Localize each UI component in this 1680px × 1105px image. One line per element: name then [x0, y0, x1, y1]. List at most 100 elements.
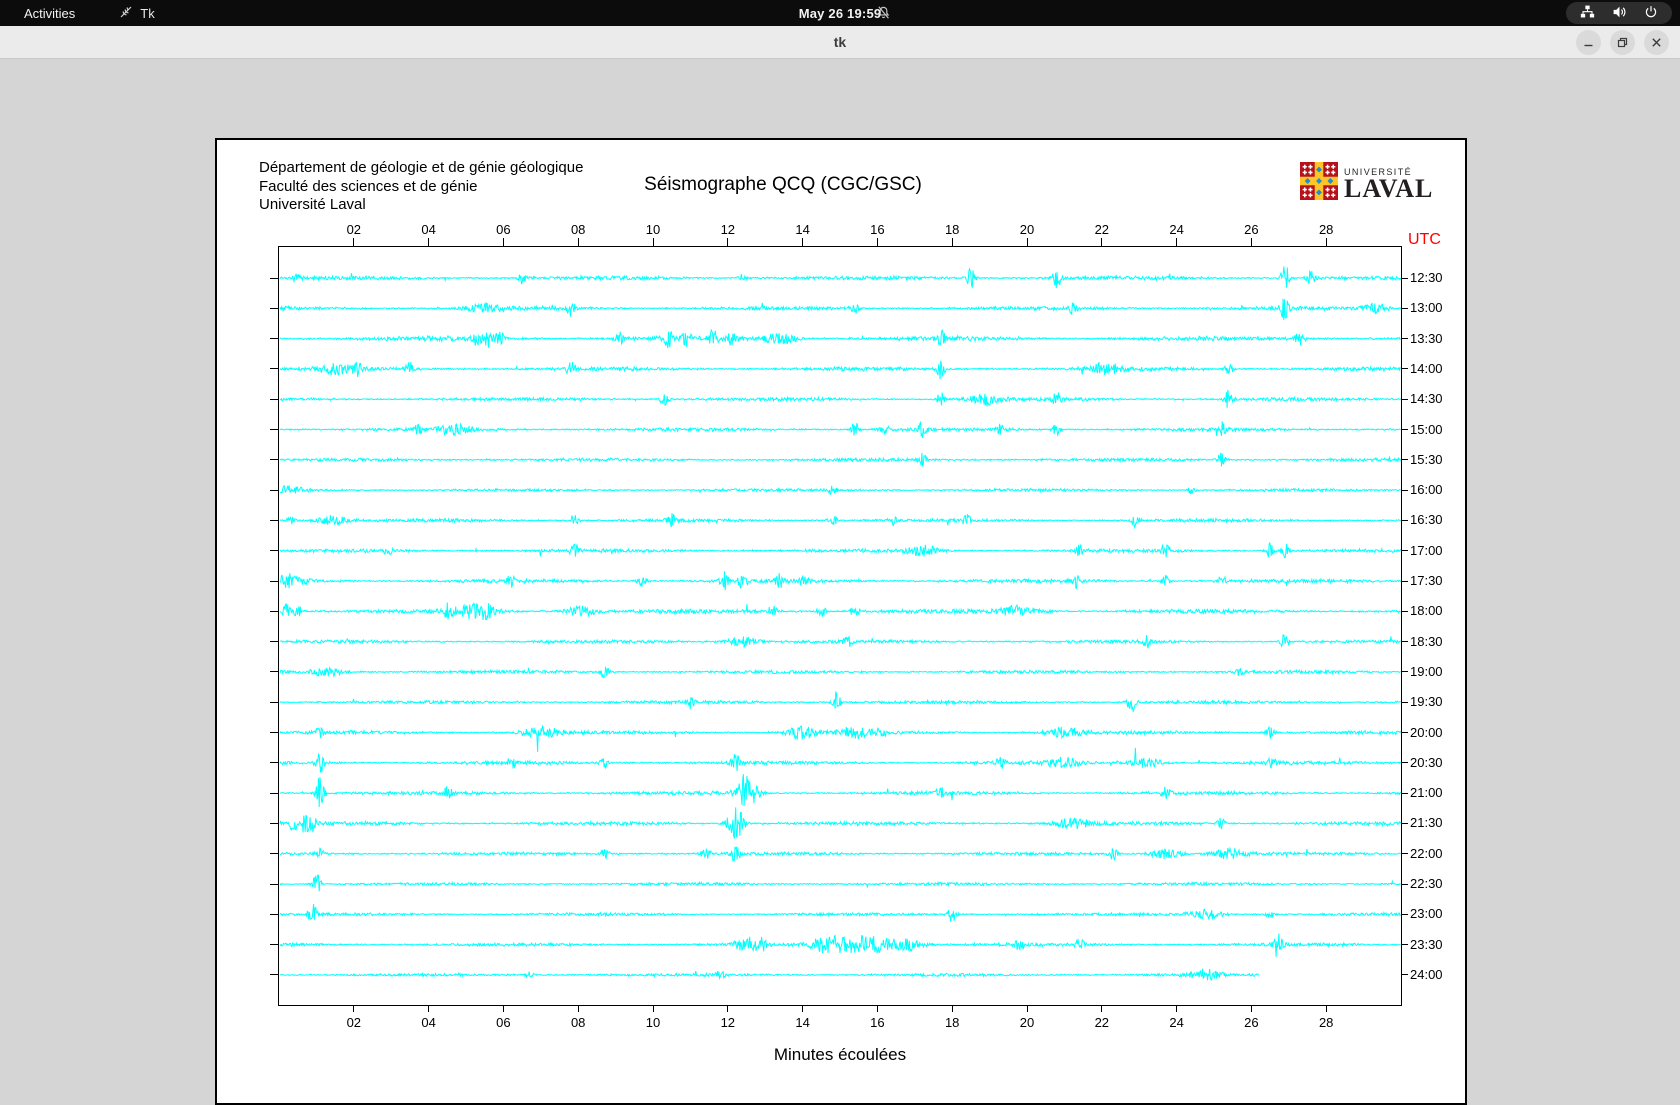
row-right-tick	[1401, 822, 1408, 824]
utc-time-label: 21:30	[1410, 815, 1443, 831]
seismic-trace-row	[279, 903, 1401, 922]
seismic-trace-row	[280, 571, 1401, 591]
bottom-minute-tick	[1101, 1005, 1103, 1012]
utc-time-label: 20:00	[1410, 724, 1443, 740]
utc-time-label: 13:00	[1410, 300, 1443, 316]
row-left-tick	[270, 641, 278, 643]
top-minute-tick	[727, 238, 729, 247]
utc-axis-label: UTC	[1408, 231, 1441, 248]
close-button[interactable]	[1644, 30, 1669, 55]
seismic-trace-row	[279, 724, 1401, 752]
top-minute-tick-label: 04	[421, 222, 436, 237]
row-right-tick	[1401, 489, 1408, 491]
bottom-minute-tick-label: 26	[1244, 1015, 1259, 1030]
seismic-trace-row	[279, 874, 1401, 892]
bottom-minute-tick-label: 28	[1318, 1015, 1334, 1030]
top-minute-tick	[652, 238, 654, 247]
bottom-minute-tick-label: 16	[870, 1015, 885, 1030]
top-minute-tick-label: 02	[346, 222, 362, 237]
helicorder-plot: UTC Minutes écoulées 02 02 04 04 06 06 08 08 10 1…	[270, 222, 1443, 1064]
bottom-minute-tick	[727, 1005, 729, 1012]
row-right-tick	[1401, 519, 1408, 521]
utc-time-label: 19:30	[1410, 694, 1443, 710]
utc-time-label: 16:00	[1410, 482, 1443, 498]
row-right-tick	[1401, 762, 1408, 764]
window-titlebar[interactable]: tk	[0, 26, 1680, 59]
laval-shield-icon	[1300, 162, 1338, 205]
row-left-tick	[270, 489, 278, 491]
top-minute-tick	[502, 238, 504, 247]
seismic-trace-row	[279, 690, 1401, 712]
top-minute-tick	[353, 238, 355, 247]
top-minute-tick-label: 16	[870, 222, 885, 237]
utc-time-label: 23:00	[1410, 906, 1443, 922]
bottom-minute-tick-label: 12	[720, 1015, 736, 1030]
gnome-top-bar: Activities Tk May 26 19:59	[0, 0, 1680, 26]
utc-time-label: 16:30	[1410, 512, 1443, 528]
top-minute-tick-label: 20	[1019, 222, 1035, 237]
window-title: tk	[833, 34, 847, 50]
seismic-trace-row	[279, 602, 1401, 621]
seismic-trace-row	[279, 968, 1260, 981]
row-right-tick	[1401, 792, 1408, 794]
network-icon	[1580, 5, 1595, 22]
top-minute-tick	[1101, 238, 1103, 247]
bottom-minute-tick-label: 04	[421, 1015, 436, 1030]
bottom-minute-tick	[876, 1005, 878, 1012]
notifications-muted-icon	[876, 5, 891, 23]
bottom-minute-tick	[1176, 1005, 1178, 1012]
bottom-minute-tick-label: 18	[944, 1015, 960, 1030]
row-left-tick	[270, 398, 278, 400]
clock[interactable]: May 26 19:59	[0, 6, 1680, 21]
row-right-tick	[1401, 913, 1408, 915]
bottom-minute-tick-label: 24	[1169, 1015, 1184, 1030]
row-left-tick	[270, 762, 278, 764]
row-left-tick	[270, 883, 278, 885]
row-right-tick	[1401, 944, 1408, 946]
top-minute-tick-label: 08	[570, 222, 586, 237]
system-status-area[interactable]	[1566, 2, 1672, 24]
org-line-3: Université Laval	[259, 196, 366, 213]
row-left-tick	[270, 732, 278, 733]
seismic-trace-row	[279, 665, 1401, 679]
seismic-trace-row	[279, 266, 1401, 289]
volume-icon	[1612, 5, 1627, 22]
top-minute-tick-label: 10	[645, 222, 661, 237]
minimize-button[interactable]	[1576, 30, 1601, 55]
row-right-tick	[1401, 641, 1408, 643]
row-left-tick	[270, 429, 278, 430]
seismic-trace-row	[279, 420, 1401, 438]
row-right-tick	[1401, 307, 1408, 309]
top-minute-tick	[1176, 238, 1178, 247]
top-minute-tick	[876, 238, 878, 247]
universite-laval-logo: UNIVERSITÉ LAVAL	[1300, 162, 1433, 205]
utc-time-label: 18:30	[1410, 633, 1443, 649]
bottom-minute-tick	[428, 1005, 430, 1012]
bottom-minute-tick-label: 22	[1094, 1015, 1110, 1030]
row-left-tick	[270, 974, 278, 976]
seismic-traces	[279, 266, 1401, 981]
row-left-tick	[270, 913, 278, 915]
row-right-tick	[1401, 550, 1408, 552]
top-minute-tick-label: 26	[1244, 222, 1259, 237]
utc-time-label: 21:00	[1410, 785, 1443, 801]
top-minute-tick	[802, 238, 804, 247]
utc-time-label: 14:30	[1410, 391, 1443, 407]
logo-word-laval: LAVAL	[1344, 173, 1434, 203]
row-left-tick	[270, 792, 278, 794]
seismic-trace-row	[279, 452, 1401, 467]
utc-time-label: 15:00	[1410, 421, 1443, 437]
top-minute-tick-label: 06	[496, 222, 511, 237]
bottom-minute-tick	[1250, 1005, 1252, 1012]
seismic-trace-row	[279, 774, 1401, 808]
bottom-minute-tick	[353, 1005, 355, 1012]
top-minute-tick	[1250, 238, 1252, 247]
row-right-tick	[1401, 580, 1408, 582]
top-minute-tick	[1325, 238, 1327, 247]
maximize-button[interactable]	[1610, 30, 1635, 55]
row-right-tick	[1401, 671, 1408, 673]
bottom-minute-tick-label: 02	[346, 1015, 362, 1030]
top-minute-tick-label: 28	[1318, 222, 1334, 237]
top-minute-tick-label: 24	[1169, 222, 1184, 237]
seismic-trace-row	[279, 807, 1401, 839]
